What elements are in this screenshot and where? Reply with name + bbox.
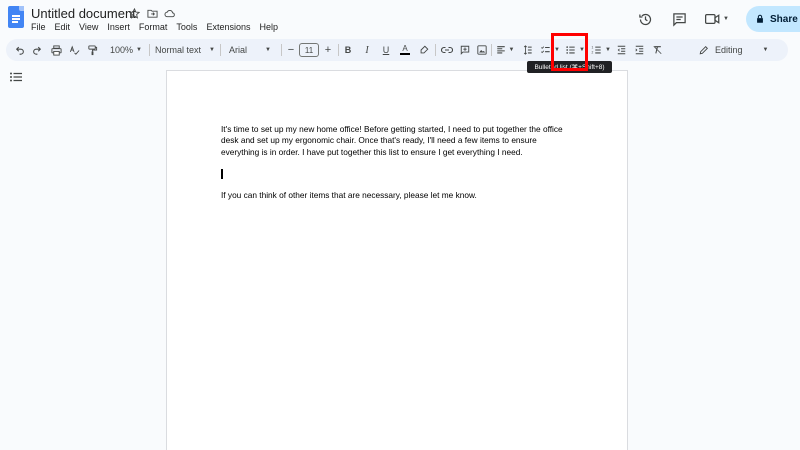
editing-mode-select[interactable]: Editing ▼ bbox=[699, 41, 771, 59]
insert-image-icon[interactable] bbox=[476, 41, 488, 59]
menu-extensions[interactable]: Extensions bbox=[206, 22, 250, 32]
italic-icon[interactable]: I bbox=[361, 41, 373, 59]
lock-icon bbox=[757, 14, 763, 23]
move-folder-icon[interactable] bbox=[146, 7, 158, 19]
meet-video-icon[interactable]: ▼ bbox=[700, 6, 734, 32]
paragraph-closing[interactable]: If you can think of other items that are… bbox=[221, 190, 571, 201]
chevron-down-icon: ▼ bbox=[209, 47, 215, 53]
editing-mode-value: Editing bbox=[715, 45, 743, 55]
underline-icon[interactable]: U bbox=[380, 41, 392, 59]
spellcheck-icon[interactable] bbox=[68, 41, 80, 59]
font-value: Arial bbox=[229, 45, 248, 55]
chevron-down-icon: ▼ bbox=[605, 47, 611, 53]
decrease-font-size-icon[interactable]: − bbox=[286, 41, 296, 59]
star-icon[interactable] bbox=[128, 7, 140, 19]
text-cursor bbox=[221, 169, 223, 179]
print-icon[interactable] bbox=[50, 41, 62, 59]
zoom-select[interactable]: 100% ▼ bbox=[106, 41, 146, 59]
chevron-down-icon: ▼ bbox=[265, 47, 271, 53]
decrease-indent-icon[interactable] bbox=[615, 41, 627, 59]
formatting-toolbar: 100% ▼ Normal text ▼ Arial ▼ − 11 + B I … bbox=[6, 39, 788, 61]
align-left-icon[interactable]: ▼ bbox=[495, 41, 515, 59]
svg-text:1: 1 bbox=[592, 45, 594, 49]
document-page[interactable]: It's time to set up my new home office! … bbox=[166, 70, 628, 450]
paint-format-icon[interactable] bbox=[86, 41, 98, 59]
insert-link-icon[interactable] bbox=[440, 41, 454, 59]
menu-format[interactable]: Format bbox=[139, 22, 168, 32]
font-size-value: 11 bbox=[299, 43, 319, 57]
title-bar: Untitled document File Edit View Insert … bbox=[0, 0, 800, 38]
highlight-color-icon[interactable] bbox=[418, 41, 430, 59]
comments-icon[interactable] bbox=[666, 6, 692, 32]
pencil-icon bbox=[699, 46, 708, 55]
bulleted-list-highlight bbox=[551, 33, 588, 71]
menu-insert[interactable]: Insert bbox=[107, 22, 130, 32]
redo-icon[interactable] bbox=[31, 41, 43, 59]
paragraph-style-value: Normal text bbox=[155, 45, 202, 55]
font-select[interactable]: Arial ▼ bbox=[229, 41, 277, 59]
undo-icon[interactable] bbox=[14, 41, 26, 59]
document-outline-icon[interactable] bbox=[10, 69, 22, 82]
cloud-status-icon[interactable] bbox=[164, 7, 176, 19]
increase-font-size-icon[interactable]: + bbox=[323, 41, 333, 59]
version-history-icon[interactable] bbox=[632, 6, 658, 32]
menu-tools[interactable]: Tools bbox=[176, 22, 197, 32]
text-color-icon[interactable]: A bbox=[399, 41, 411, 59]
add-comment-icon[interactable] bbox=[459, 41, 471, 59]
share-label: Share bbox=[770, 13, 798, 25]
svg-text:2: 2 bbox=[592, 50, 594, 54]
zoom-value: 100% bbox=[110, 45, 134, 55]
clear-formatting-icon[interactable] bbox=[651, 41, 663, 59]
menu-help[interactable]: Help bbox=[259, 22, 278, 32]
chevron-down-icon: ▼ bbox=[723, 16, 729, 22]
paragraph-intro[interactable]: It's time to set up my new home office! … bbox=[221, 124, 571, 158]
numbered-list-icon[interactable]: 12 ▼ bbox=[590, 41, 612, 59]
chevron-down-icon: ▼ bbox=[136, 47, 142, 53]
menu-bar: File Edit View Insert Format Tools Exten… bbox=[31, 22, 278, 32]
paragraph-style-select[interactable]: Normal text ▼ bbox=[155, 41, 215, 59]
menu-view[interactable]: View bbox=[79, 22, 98, 32]
menu-edit[interactable]: Edit bbox=[55, 22, 71, 32]
document-title[interactable]: Untitled document bbox=[31, 6, 136, 21]
bold-icon[interactable]: B bbox=[342, 41, 354, 59]
docs-logo-icon[interactable] bbox=[8, 6, 24, 28]
chevron-down-icon: ▼ bbox=[508, 47, 515, 53]
chevron-down-icon: ▼ bbox=[762, 47, 769, 53]
increase-indent-icon[interactable] bbox=[633, 41, 645, 59]
line-spacing-icon[interactable] bbox=[520, 41, 534, 59]
font-size-input[interactable]: 11 bbox=[298, 41, 320, 59]
menu-file[interactable]: File bbox=[31, 22, 46, 32]
share-button[interactable]: Share bbox=[746, 6, 800, 32]
